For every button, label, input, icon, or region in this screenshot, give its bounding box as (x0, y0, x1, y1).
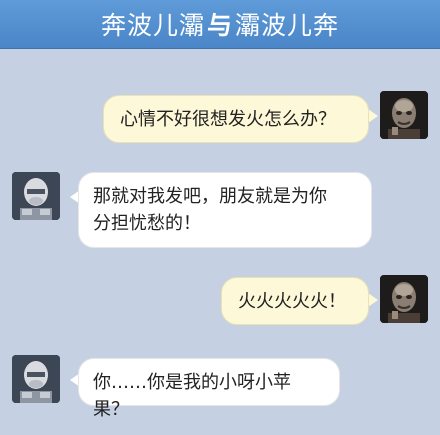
header-title-right: 灞波儿奔 (235, 11, 340, 40)
header-title-separator: 与 (206, 11, 233, 40)
message-text: 火火火火火！ (238, 291, 346, 312)
message-text: 心情不好很想发火怎么办？ (120, 109, 336, 130)
armored-soldier-avatar-icon[interactable] (12, 355, 60, 403)
dark-ghoul-avatar-icon[interactable] (380, 275, 428, 323)
message-bubble-sent[interactable]: 心情不好很想发火怎么办？ (103, 95, 369, 143)
dark-ghoul-avatar-icon[interactable] (380, 91, 428, 139)
message-text-line: 分担忧愁的！ (93, 213, 201, 234)
message-bubble-received[interactable]: 你……你是我的小呀小苹果？ (78, 358, 340, 420)
bubble-tail (368, 109, 378, 123)
message-text-line: 那就对我发吧，朋友就是为你 (93, 186, 327, 207)
message-bubble-received[interactable]: 那就对我发吧，朋友就是为你 分担忧愁的！ (78, 172, 372, 248)
armored-soldier-avatar-icon[interactable] (12, 172, 60, 220)
chat-header: 奔波儿灞 与 灞波儿奔 (0, 0, 440, 49)
message-bubble-sent[interactable]: 火火火火火！ (221, 277, 369, 325)
message-text: 你……你是我的小呀小苹果？ (93, 372, 291, 420)
bubble-tail (368, 293, 378, 307)
header-title-left: 奔波儿灞 (100, 11, 205, 40)
